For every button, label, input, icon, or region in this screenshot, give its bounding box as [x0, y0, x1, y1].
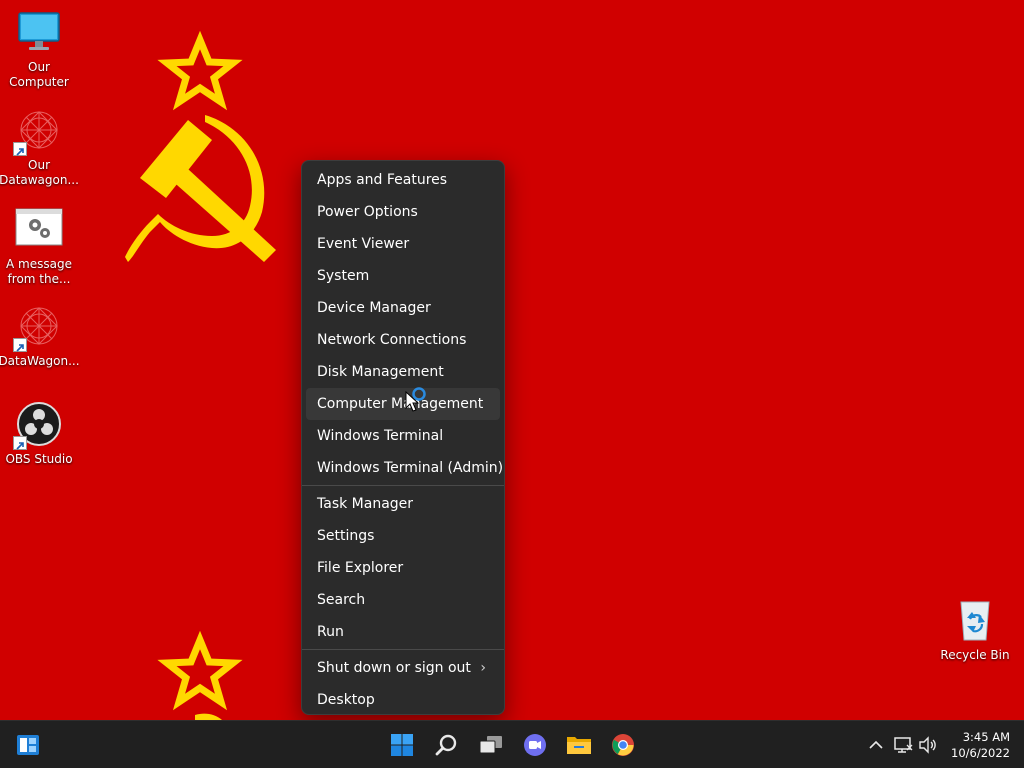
desktop-icon-obs-studio[interactable]: OBS Studio — [0, 400, 78, 467]
chevron-right-icon: › — [480, 660, 486, 676]
desktop-wallpaper — [0, 0, 1024, 720]
menu-item-system[interactable]: System — [306, 260, 500, 292]
obs-icon — [13, 400, 63, 450]
menu-item-search[interactable]: Search — [306, 584, 500, 616]
shortcut-arrow-icon — [13, 436, 27, 450]
clock-time: 3:45 AM — [962, 730, 1010, 744]
menu-item-computer-management[interactable]: Computer Management — [306, 388, 500, 420]
desktop-icon-label: DataWagon... — [0, 354, 80, 368]
menu-item-event-viewer[interactable]: Event Viewer — [306, 228, 500, 260]
menu-item-label: Shut down or sign out — [317, 660, 471, 676]
monitor-icon — [15, 8, 63, 56]
desktop-icon-label: A message from the... — [6, 257, 72, 286]
taskbar: 3:45 AM 10/6/2022 — [0, 720, 1024, 768]
menu-item-network-connections[interactable]: Network Connections — [306, 324, 500, 356]
desktop-icon-label: Recycle Bin — [940, 648, 1010, 662]
clock-date: 10/6/2022 — [951, 746, 1010, 760]
system-clock[interactable]: 3:45 AM 10/6/2022 — [951, 729, 1010, 761]
windows-start-icon[interactable] — [386, 729, 418, 761]
task-view-icon[interactable] — [475, 729, 507, 761]
menu-item-power-options[interactable]: Power Options — [306, 196, 500, 228]
teams-chat-icon[interactable] — [519, 729, 551, 761]
datawagon-icon — [13, 106, 63, 156]
widgets-icon[interactable] — [12, 729, 44, 761]
network-icon[interactable] — [893, 735, 913, 755]
menu-item-shut-down-or-sign-out[interactable]: Shut down or sign out › — [306, 652, 500, 684]
desktop-icon-recycle-bin[interactable]: Recycle Bin — [936, 596, 1014, 663]
menu-item-windows-terminal-admin[interactable]: Windows Terminal (Admin) — [306, 452, 503, 484]
menu-item-apps-and-features[interactable]: Apps and Features — [306, 164, 500, 196]
winx-context-menu: Apps and Features Power Options Event Vi… — [301, 160, 505, 715]
shortcut-arrow-icon — [13, 338, 27, 352]
menu-item-desktop[interactable]: Desktop — [306, 684, 500, 716]
desktop-icon-label: Our Datawagon... — [0, 158, 79, 187]
menu-separator — [302, 649, 504, 650]
menu-separator — [302, 485, 504, 486]
menu-item-task-manager[interactable]: Task Manager — [306, 488, 500, 520]
datawagon-icon — [13, 302, 63, 352]
settings-window-icon — [15, 205, 63, 253]
menu-item-windows-terminal[interactable]: Windows Terminal — [306, 420, 500, 452]
desktop-icon-label: OBS Studio — [5, 452, 73, 466]
desktop-icon-message[interactable]: A message from the... — [0, 205, 78, 287]
desktop-icon-our-datawagon[interactable]: Our Datawagon... — [0, 106, 79, 188]
search-icon[interactable] — [431, 729, 463, 761]
desktop-icon-our-computer[interactable]: Our Computer — [0, 8, 78, 90]
desktop-icon-datawagon[interactable]: DataWagon... — [0, 302, 80, 369]
file-explorer-icon[interactable] — [563, 729, 595, 761]
chevron-up-icon[interactable] — [866, 735, 886, 755]
volume-icon[interactable] — [918, 735, 938, 755]
shortcut-arrow-icon — [13, 142, 27, 156]
desktop-icon-label: Our Computer — [9, 60, 69, 89]
menu-item-file-explorer[interactable]: File Explorer — [306, 552, 500, 584]
menu-item-run[interactable]: Run — [306, 616, 500, 648]
menu-item-disk-management[interactable]: Disk Management — [306, 356, 500, 388]
menu-item-settings[interactable]: Settings — [306, 520, 500, 552]
recycle-bin-icon — [951, 596, 999, 644]
menu-item-device-manager[interactable]: Device Manager — [306, 292, 500, 324]
chrome-icon[interactable] — [607, 729, 639, 761]
